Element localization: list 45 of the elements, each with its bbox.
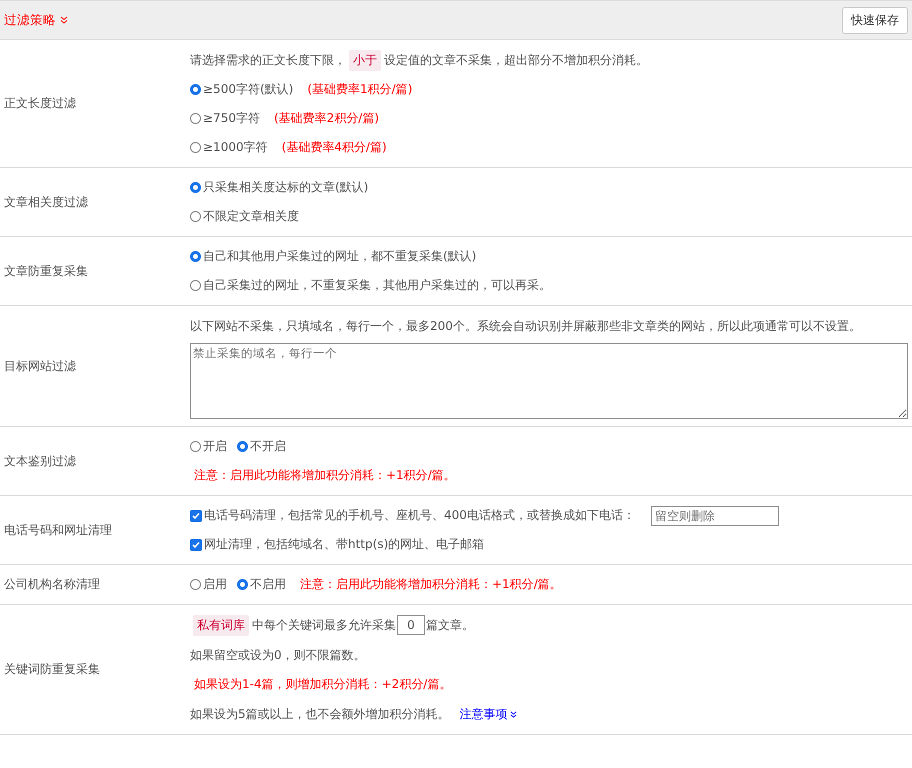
checkmark-icon bbox=[191, 510, 201, 520]
warning-text: 注意：启用此功能将增加积分消耗：+1积分/篇。 bbox=[194, 467, 456, 484]
row-label: 电话号码和网址清理 bbox=[3, 522, 113, 538]
description-text: 如果留空或设为0，则不限篇数。 bbox=[190, 647, 366, 664]
radio-option[interactable]: ≥1000字符 bbox=[190, 139, 268, 156]
row-label: 目标网站过滤 bbox=[3, 358, 77, 374]
row-label: 文章防重复采集 bbox=[3, 262, 89, 280]
radio-option[interactable]: 不启用 bbox=[237, 576, 286, 593]
row-label: 文本鉴别过滤 bbox=[3, 452, 77, 470]
count-input-field[interactable]: 0 bbox=[397, 615, 425, 635]
row-label: 关键词防重复采集 bbox=[3, 661, 101, 678]
highlight-tag: 小于 bbox=[349, 50, 381, 70]
description-text: 篇文章。 bbox=[426, 617, 474, 634]
warning-text: 如果设为1-4篇，则增加积分消耗：+2积分/篇。 bbox=[194, 676, 452, 693]
highlight-tag: 私有词库 bbox=[193, 614, 249, 636]
checkbox-option[interactable]: 网址清理，包括纯域名、带http(s)的网址、电子邮箱 bbox=[190, 536, 484, 553]
row-label: 文章相关度过滤 bbox=[3, 194, 89, 210]
radio-option[interactable]: 启用 bbox=[190, 576, 227, 593]
warning-text: (基础费率4积分/篇) bbox=[282, 139, 387, 156]
notes-link[interactable]: 注意事项 bbox=[460, 706, 517, 722]
checkmark-icon bbox=[191, 540, 201, 550]
description-text: 中每个关键词最多允许采集 bbox=[252, 617, 396, 634]
description-text: 如果设为5篇或以上，也不会额外增加积分消耗。 bbox=[190, 706, 450, 723]
radio-option[interactable]: 开启 bbox=[190, 438, 227, 455]
row-label: 正文长度过滤 bbox=[3, 95, 77, 112]
row-label: 公司机构名称清理 bbox=[3, 576, 101, 593]
radio-option[interactable]: 自己采集过的网址，不重复采集，其他用户采集过的，可以再采。 bbox=[190, 277, 551, 294]
quick-save-button[interactable]: 快速保存 bbox=[842, 6, 908, 34]
radio-option[interactable]: ≥750字符 bbox=[190, 110, 260, 127]
description-text: 请选择需求的正文长度下限， bbox=[190, 52, 346, 69]
chevron-down-icon[interactable] bbox=[60, 16, 68, 24]
checkbox-option[interactable]: 电话号码清理，包括常见的手机号、座机号、400电话格式，或替换成如下电话： bbox=[190, 507, 635, 524]
chevron-down-icon[interactable] bbox=[510, 710, 517, 718]
warning-text: 注意：启用此功能将增加积分消耗：+1积分/篇。 bbox=[300, 576, 562, 593]
radio-option[interactable]: ≥500字符(默认) bbox=[190, 81, 294, 98]
radio-option[interactable]: 不开启 bbox=[237, 438, 286, 455]
radio-option[interactable]: 只采集相关度达标的文章(默认) bbox=[190, 179, 368, 196]
domain-textarea[interactable]: 禁止采集的域名，每行一个 bbox=[190, 343, 908, 419]
warning-text: (基础费率1积分/篇) bbox=[307, 81, 412, 98]
radio-option[interactable]: 自己和其他用户采集过的网址，都不重复采集(默认) bbox=[190, 248, 476, 265]
warning-text: (基础费率2积分/篇) bbox=[274, 110, 380, 127]
description-text: 以下网站不采集，只填域名，每行一个，最多200个。系统会自动识别并屏蔽那些非文章类的网站，所以此项通常可以不设置。 bbox=[190, 318, 861, 335]
description-text: 设定值的文章不采集，超出部分不增加积分消耗。 bbox=[384, 52, 648, 69]
phone-input-field[interactable]: 留空则删除 bbox=[650, 506, 779, 526]
radio-option[interactable]: 不限定文章相关度 bbox=[190, 208, 299, 225]
